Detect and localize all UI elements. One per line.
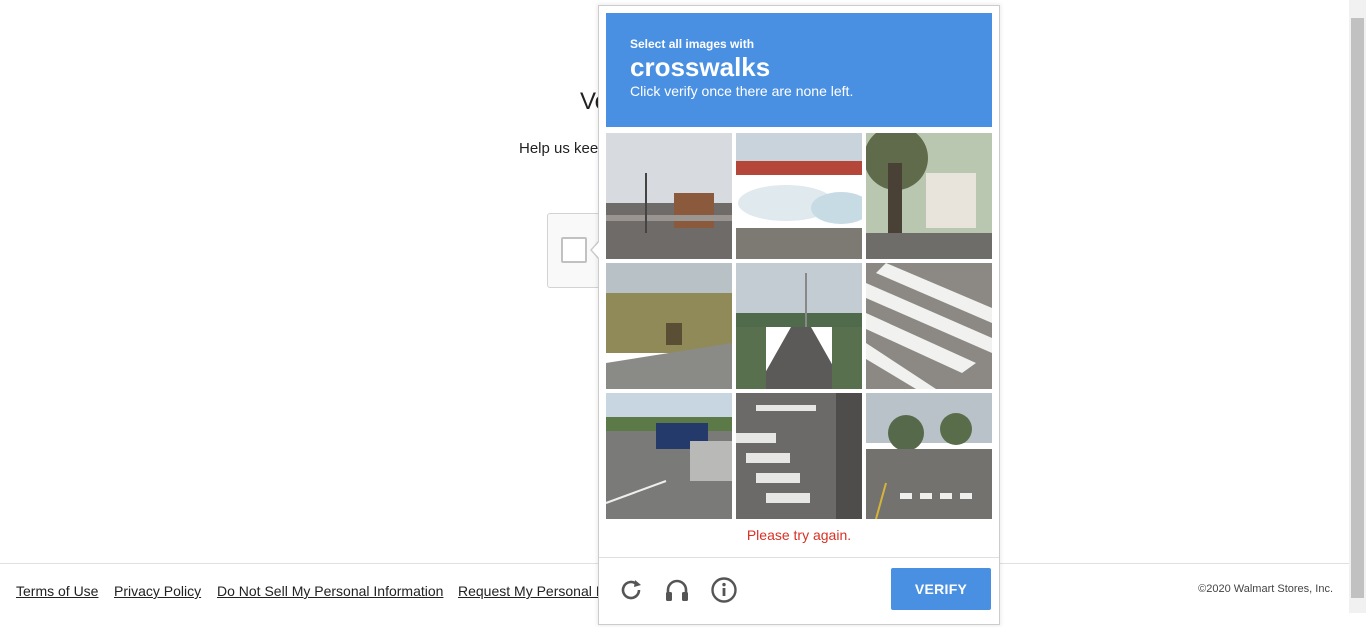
popup-arrow-inner [592,241,600,259]
reload-icon[interactable] [617,576,645,604]
challenge-prompt: Select all images with crosswalks Click … [606,13,992,127]
audio-icon[interactable] [663,576,691,604]
copyright: ©2020 Walmart Stores, Inc. [1198,583,1333,595]
tile-street-scene[interactable] [606,133,732,259]
tile-tree-and-house[interactable] [866,133,992,259]
verify-button[interactable]: VERIFY [891,568,991,610]
page-subtext: Help us kee [519,140,599,157]
footer-link-request-info[interactable]: Request My Personal In [458,583,607,599]
recaptcha-checkbox[interactable] [561,237,587,263]
error-message: Please try again. [746,527,852,543]
tile-grass-field-vehicle[interactable] [606,263,732,389]
footer-link-do-not-sell[interactable]: Do Not Sell My Personal Information [217,583,443,599]
info-icon[interactable] [710,576,738,604]
tile-road-with-trucks[interactable] [606,393,732,519]
page-scrollbar[interactable] [1349,0,1366,613]
prompt-instruction: Select all images with [630,37,755,51]
tile-crosswalk-stripes[interactable] [866,263,992,389]
tile-street-with-crosswalk[interactable] [866,393,992,519]
recaptcha-challenge: Select all images with crosswalks Click … [598,5,1000,625]
tile-overpass-road[interactable] [736,263,862,389]
prompt-hint: Click verify once there are none left. [630,83,854,99]
challenge-footer: VERIFY [599,557,999,627]
prompt-keyword: crosswalks [630,52,771,82]
image-grid [606,133,992,519]
tile-crosswalk-intersection[interactable] [736,393,862,519]
tile-boats-on-trailers[interactable] [736,133,862,259]
footer-link-privacy[interactable]: Privacy Policy [114,583,201,599]
scrollbar-thumb[interactable] [1351,18,1364,598]
footer-link-terms[interactable]: Terms of Use [16,583,98,599]
